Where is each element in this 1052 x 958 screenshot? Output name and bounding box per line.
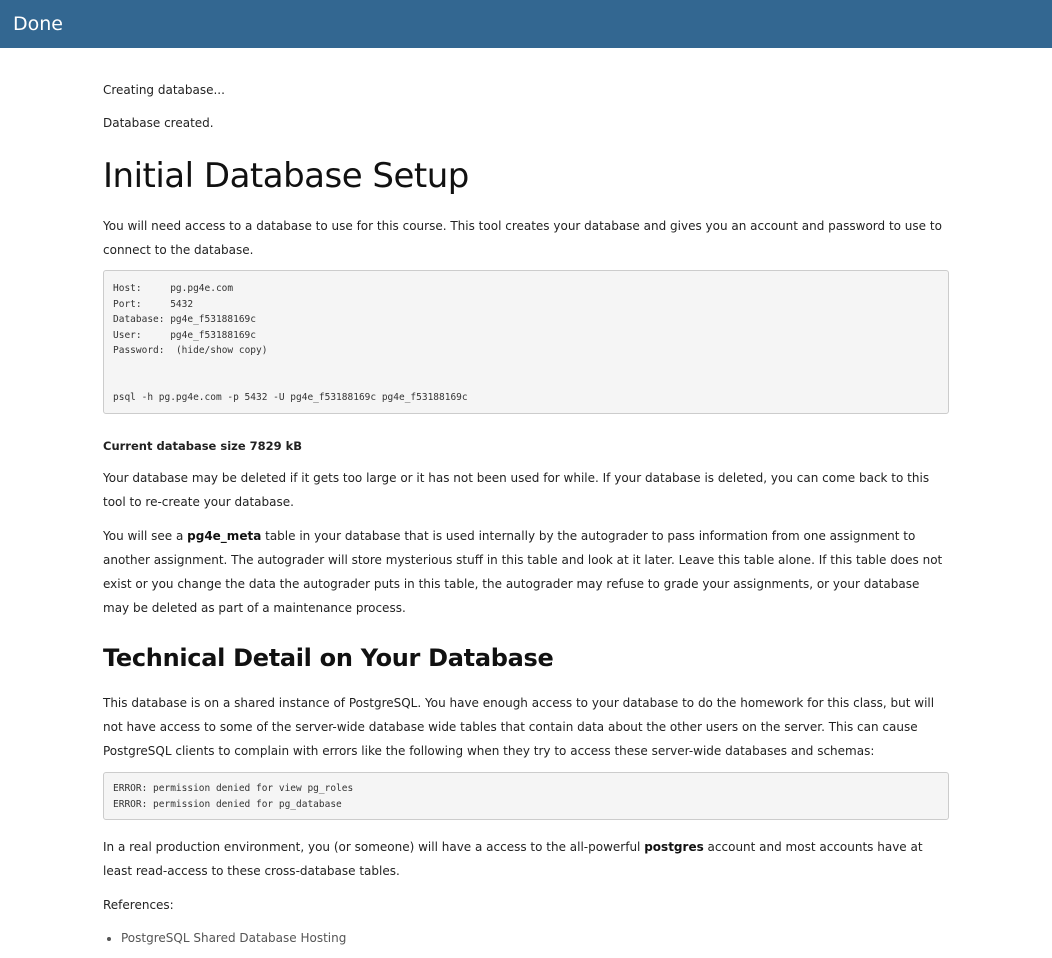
setup-heading: Initial Database Setup [103,156,469,196]
port-label: Port: [113,298,171,310]
references-list: PostgreSQL Shared Database Hosting [103,926,346,950]
database-value: pg4e_f53188169c [170,314,256,325]
technical-paragraph: This database is on a shared instance of… [103,696,935,758]
technical-heading: Technical Detail on Your Database [103,644,554,672]
host-value: pg.pg4e.com [170,283,234,294]
connection-info-box[interactable]: Host: pg.pg4e.com Port: 5432 Database: p… [103,270,949,414]
prod-text-before: In a real production environment, you (o… [103,840,645,854]
error-line-2: ERROR: permission denied for pg_database [113,798,342,810]
production-paragraph: In a real production environment, you (o… [103,835,949,883]
psql-command[interactable]: psql -h pg.pg4e.com -p 5432 -U pg4e_f531… [113,392,468,403]
password-label: Password: [113,345,171,356]
meta-paragraph: You will see a pg4e_meta table in your d… [103,524,949,620]
error-line-1: ERROR: permission denied for view pg_rol… [113,783,354,794]
meta-text-before: You will see a [103,529,188,543]
status-created: Database created. [103,116,214,130]
port-value: 5432 [170,298,194,310]
host-label: Host: [113,283,171,294]
top-bar: Done [0,0,1052,48]
meta-table-name: pg4e_meta [187,529,262,543]
user-value: pg4e_f53188169c [170,329,256,341]
reference-link[interactable]: PostgreSQL Shared Database Hosting [121,931,346,945]
setup-intro: You will need access to a database to us… [103,219,942,257]
user-label: User: [113,329,171,341]
deleted-paragraph: Your database may be deleted if it gets … [103,471,930,509]
page-title: Done [13,13,63,35]
postgres-account-name: postgres [644,840,704,854]
database-label: Database: [113,314,171,325]
status-creating: Creating database... [103,83,225,97]
references-label: References: [103,898,174,912]
error-example-box: ERROR: permission denied for view pg_rol… [103,772,949,820]
reference-item: PostgreSQL Shared Database Hosting [121,926,346,950]
password-hide-show-copy-link[interactable]: (hide/show copy) [176,345,268,356]
database-size: Current database size 7829 kB [103,439,303,453]
